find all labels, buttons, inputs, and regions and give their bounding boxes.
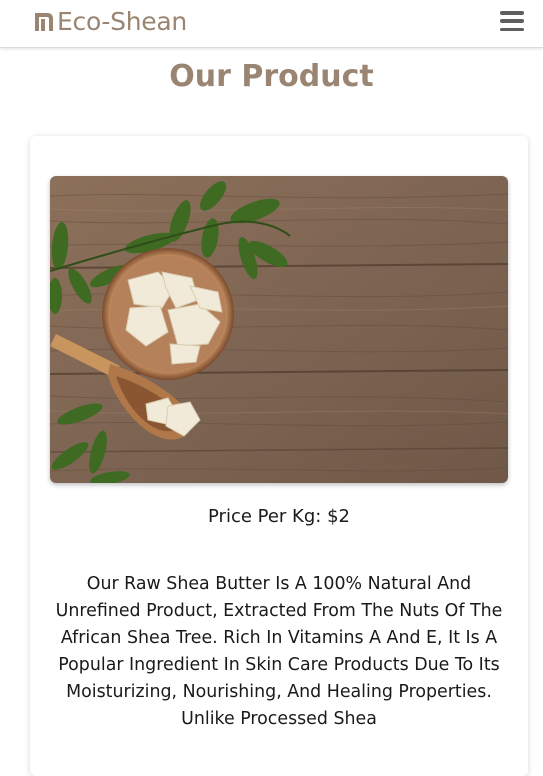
brand-name: Eco-Shean [57,7,187,36]
eco-shean-logo-icon [35,13,53,31]
brand-logo-link[interactable]: Eco-Shean [32,6,187,38]
product-card: Price Per Kg: $2 Our Raw Shea Butter Is … [30,136,528,776]
product-description: Our Raw Shea Butter Is A 100% Natural An… [55,574,503,729]
shea-butter-photo [50,176,508,483]
product-price: Price Per Kg: $2 [208,506,350,527]
hamburger-menu-icon[interactable] [499,9,525,33]
top-navbar: Eco-Shean [0,0,543,48]
page-title: Our Product [169,59,374,94]
